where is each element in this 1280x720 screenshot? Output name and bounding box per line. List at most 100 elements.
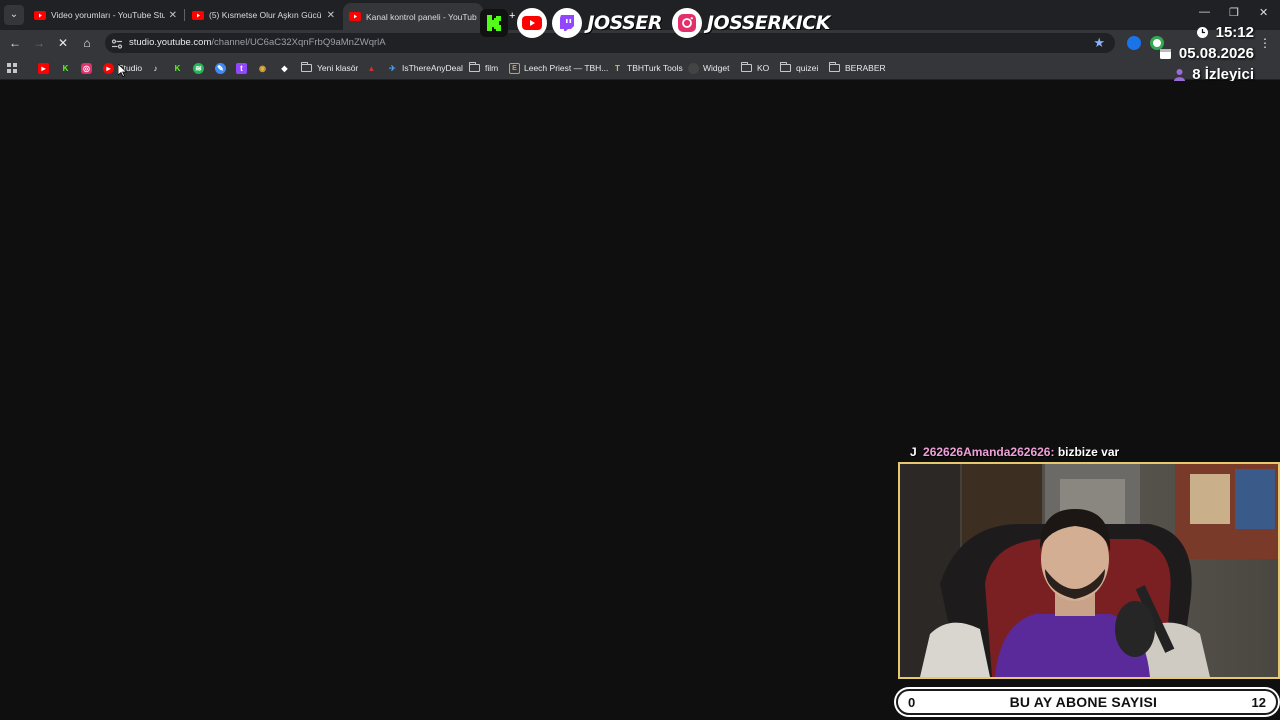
kick-logo-icon [480, 9, 508, 37]
tbh-tools-icon: T [615, 63, 620, 73]
folder-icon [741, 62, 752, 72]
bookmark-label: KO [757, 63, 770, 73]
screen: ⌄ Video yorumları - YouTube Studio ✕ (5)… [0, 0, 1280, 720]
stop-loading-button[interactable]: ✕ [54, 34, 72, 52]
bookmarks-bar: ▸ K ◎ ▸ Studio ♪ K ≋ ✎ t ◉ ◆ Yeni klasör… [0, 56, 1280, 80]
youtube-logo-icon [517, 8, 548, 38]
folder-icon [301, 62, 312, 72]
bookmark-isthereanydeal[interactable]: ✈ IsThereAnyDeal [387, 61, 463, 75]
bookmark-spotify[interactable]: ≋ [193, 61, 208, 75]
bookmark-label: Leech Priest — TBH... [524, 63, 609, 73]
chat-message: J 262626Amanda262626: bizbize var [910, 445, 1119, 459]
bookmark-instagram[interactable]: ◎ [81, 61, 96, 75]
twitch-icon: t [236, 62, 247, 74]
home-button[interactable]: ⌂ [78, 34, 96, 52]
youtube-icon [192, 9, 204, 21]
youtube-studio-icon: ▸ [103, 62, 114, 74]
subscriber-goal-bar: 0 BU AY ABONE SAYISI 12 [896, 689, 1278, 715]
close-tab-icon[interactable]: ✕ [169, 10, 177, 21]
site-info-icon[interactable] [111, 37, 123, 49]
kick-username: JOSSERKICK [706, 12, 830, 34]
bookmark-diamond[interactable]: ◆ [279, 61, 294, 75]
url-host: studio.youtube.com [129, 37, 212, 48]
close-window-button[interactable]: ✕ [1259, 6, 1268, 19]
bookmark-youtube[interactable]: ▸ [38, 61, 53, 75]
bookmark-folder-film[interactable]: film [469, 61, 498, 75]
tab-channel-dashboard[interactable]: Kanal kontrol paneli - YouTube [343, 3, 483, 30]
diamond-icon: ◆ [281, 63, 288, 73]
bookmark-folder-quizei[interactable]: quizei [780, 61, 818, 75]
chat-badge: J [910, 445, 917, 459]
url-path: /channel/UC6aC32XqnFrbQ9aMnZWqrlA [211, 37, 386, 48]
social-logos-overlay: + JOSSER JOSSERKICK [480, 4, 840, 42]
mouse-cursor-icon [118, 64, 127, 77]
clock-row: 15:12 [1159, 22, 1254, 43]
bookmark-kick[interactable]: K [60, 61, 75, 75]
bookmark-label: Yeni klasör [317, 63, 359, 73]
bookmark-leech-priest[interactable]: E Leech Priest — TBH... [509, 61, 608, 75]
streamer-webcam-image [900, 464, 1278, 677]
plus-icon: + [509, 10, 516, 22]
youtube-studio-icon [349, 11, 361, 23]
widget-icon [688, 62, 699, 74]
tab-search-button[interactable]: ⌄ [4, 5, 24, 25]
extension-icon[interactable] [1127, 36, 1141, 50]
user-icon [1172, 68, 1186, 82]
instagram-icon: ◎ [81, 62, 92, 74]
minimize-button[interactable]: — [1199, 6, 1210, 18]
twitch-logo-icon [552, 8, 583, 38]
bookmark-folder-yeni-klasor[interactable]: Yeni klasör [301, 61, 358, 75]
apps-grid-icon[interactable] [7, 61, 18, 75]
close-tab-icon[interactable]: ✕ [327, 10, 335, 21]
goal-target: 12 [1251, 694, 1266, 710]
forward-button[interactable]: → [30, 34, 48, 52]
bookmark-folder-ko[interactable]: KO [741, 61, 769, 75]
bookmark-kick-2[interactable]: K [172, 61, 187, 75]
back-button[interactable]: ← [6, 34, 24, 52]
bookmark-globe[interactable]: ◉ [257, 61, 272, 75]
date-row: 05.08.2026 [1159, 43, 1254, 64]
youtube-studio-icon [34, 9, 46, 21]
maximize-button[interactable]: ❐ [1229, 6, 1239, 19]
bookmark-tbhturk-tools[interactable]: T TBHTurk Tools [612, 61, 683, 75]
globe-icon: ◉ [259, 63, 266, 73]
folder-icon [469, 62, 480, 72]
tbh-icon: E [509, 62, 520, 74]
date-text: 05.08.2026 [1178, 45, 1254, 62]
edit-icon: ✎ [215, 62, 226, 74]
kick-icon: K [174, 63, 181, 73]
instagram-logo-icon [671, 8, 702, 38]
isthereanydeal-icon: ✈ [389, 63, 396, 73]
goal-current: 0 [908, 694, 916, 710]
folder-icon [780, 62, 791, 72]
bookmark-twitch[interactable]: t [236, 61, 251, 75]
bookmark-star-icon[interactable]: ★ [1093, 35, 1105, 51]
bookmark-label: film [485, 63, 499, 73]
bookmark-label: TBHTurk Tools [627, 63, 683, 73]
clock-icon [1196, 26, 1210, 40]
bookmark-tiktok[interactable]: ♪ [150, 61, 165, 75]
bookmark-label: IsThereAnyDeal [402, 63, 463, 73]
bookmark-label: quizei [796, 63, 819, 73]
stream-info-overlay: 15:12 05.08.2026 8 İzleyici [1159, 22, 1254, 85]
goal-label: BU AY ABONE SAYISI [1009, 694, 1158, 710]
folder-icon [829, 62, 840, 72]
calendar-icon [1159, 47, 1173, 61]
bookmark-red-site[interactable]: ▲ [366, 61, 381, 75]
tiktok-icon: ♪ [153, 63, 158, 73]
tab-video-comments[interactable]: Video yorumları - YouTube Studio ✕ [28, 4, 183, 26]
bookmark-widget[interactable]: Widget [688, 61, 729, 75]
bookmark-label: BERABER [845, 63, 886, 73]
tab-title: (5) Kısmetse Olur Aşkın Gücü 5 [209, 10, 323, 20]
clock-time: 15:12 [1215, 24, 1254, 41]
tab-title: Kanal kontrol paneli - YouTube [366, 11, 477, 22]
browser-menu-icon[interactable]: ⋮ [1256, 34, 1274, 52]
red-site-icon: ▲ [367, 63, 376, 73]
bookmark-edit[interactable]: ✎ [215, 61, 230, 75]
bookmark-folder-beraber[interactable]: BERABER [829, 61, 886, 75]
webcam-feed [898, 462, 1280, 679]
tab-title: Video yorumları - YouTube Studio [51, 10, 165, 20]
tab-separator [184, 9, 185, 21]
tab-kismetse-olur[interactable]: (5) Kısmetse Olur Aşkın Gücü 5 ✕ [186, 4, 341, 26]
kick-icon: K [62, 63, 69, 73]
